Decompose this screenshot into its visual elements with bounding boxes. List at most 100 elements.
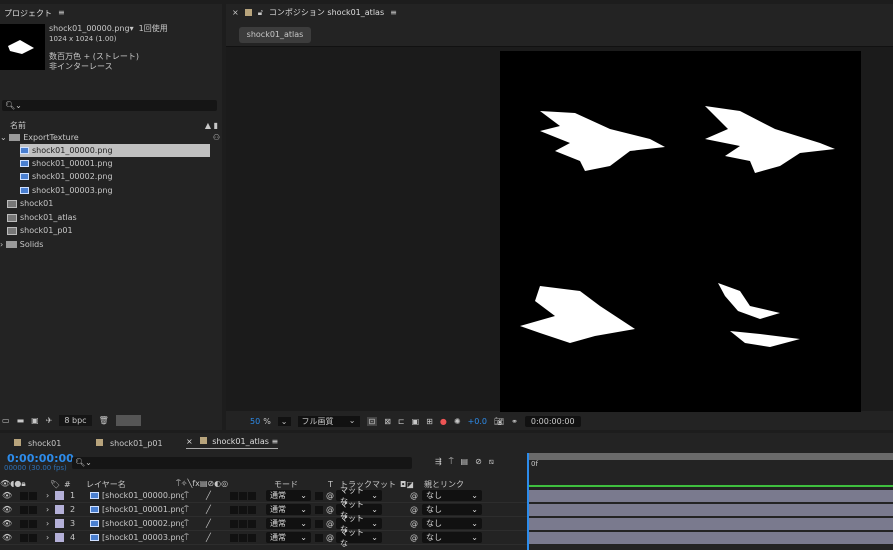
project-search-input[interactable]: 🔍︎⌄ — [2, 100, 217, 111]
bpc-button[interactable]: 8 bpc — [59, 415, 92, 426]
tab-shock01-atlas[interactable]: × shock01_atlas ≡ — [186, 437, 279, 449]
expand-chevron-icon[interactable]: › — [46, 533, 55, 542]
layer-row[interactable]: 👁︎ › 3 [shock01_00002.png] ⍑ ╱ 通常 ⌄ @ マット… — [0, 514, 527, 534]
footage-item-00000[interactable]: shock01_00000.png — [20, 144, 210, 157]
expand-chevron-icon[interactable]: › — [46, 491, 55, 500]
color-management-icon[interactable]: ✺ — [454, 417, 461, 426]
sort-icon[interactable]: ▲ ▮ — [205, 121, 218, 130]
tab-shock01-p01[interactable]: shock01_p01 — [96, 438, 186, 448]
layer-name[interactable]: [shock01_00003.png] — [102, 533, 184, 542]
layer-name[interactable]: [shock01_00001.png] — [102, 505, 184, 514]
shy-icon[interactable]: ⍑ — [184, 533, 206, 543]
switch[interactable] — [239, 533, 247, 542]
chevron-right-icon[interactable]: › — [0, 240, 3, 249]
footage-item-00002[interactable]: shock01_00002.png — [20, 170, 113, 183]
layer-duration-bar[interactable] — [529, 532, 893, 544]
folder-solids[interactable]: › Solids — [0, 238, 43, 251]
solo-toggle[interactable] — [20, 519, 28, 528]
switch[interactable] — [248, 533, 256, 542]
switch[interactable] — [230, 491, 238, 500]
pickwhip-icon[interactable]: @ — [326, 491, 334, 500]
pickwhip-icon[interactable]: @ — [326, 533, 334, 542]
hamburger-icon[interactable]: ≡ — [58, 8, 65, 19]
shy-icon[interactable]: ⍑ — [449, 457, 454, 467]
preserve-transparency-toggle[interactable] — [315, 505, 323, 514]
label-color[interactable] — [55, 505, 64, 514]
timeline-search-input[interactable]: 🔍︎⌄ — [72, 457, 412, 469]
comp-flowchart-icon[interactable]: ⇶ — [435, 457, 442, 467]
frame-blending-icon[interactable]: ▤ — [461, 457, 469, 467]
hamburger-icon[interactable]: ≡ — [271, 437, 278, 446]
quality-dropdown[interactable]: フル画質 ⌄ — [297, 416, 360, 427]
layer-row[interactable]: 👁︎ › 1 [shock01_00000.png] ⍑ ╱ 通常 ⌄ @ マット… — [0, 486, 527, 506]
folder-exporttexture[interactable]: ⌄ ExportTexture ⚇ — [0, 131, 222, 144]
trash-icon[interactable]: 🗑︎ — [99, 416, 109, 425]
parent-pickwhip-icon[interactable]: @ — [410, 533, 418, 542]
switch[interactable] — [248, 505, 256, 514]
expand-chevron-icon[interactable]: › — [46, 505, 55, 514]
switch[interactable] — [230, 519, 238, 528]
switch[interactable] — [239, 519, 247, 528]
comp-tab[interactable]: shock01_atlas — [239, 27, 311, 43]
guides-icon[interactable]: ⊞ — [426, 417, 433, 426]
parent-dropdown[interactable]: なし ⌄ — [422, 518, 482, 529]
preserve-transparency-toggle[interactable] — [315, 533, 323, 542]
solo-toggle[interactable] — [20, 505, 28, 514]
channels-icon[interactable]: ● — [440, 417, 447, 426]
label-color[interactable] — [55, 491, 64, 500]
time-ruler[interactable] — [527, 453, 893, 460]
eye-icon[interactable]: 👁︎ — [0, 505, 20, 514]
layer-name[interactable]: [shock01_00002.png] — [102, 519, 184, 528]
quality-switch-icon[interactable]: ╱ — [206, 505, 230, 514]
graph-editor-icon[interactable]: ⧅ — [489, 457, 494, 467]
expand-chevron-icon[interactable]: › — [46, 519, 55, 528]
color-swatch[interactable] — [115, 415, 141, 426]
switch[interactable] — [239, 505, 247, 514]
quality-switch-icon[interactable]: ╱ — [206, 491, 230, 500]
layer-duration-bar[interactable] — [529, 518, 893, 530]
close-icon[interactable]: × — [186, 437, 193, 446]
eye-icon[interactable]: 👁︎ — [0, 533, 20, 542]
comp-item-shock01-atlas[interactable]: shock01_atlas — [7, 211, 77, 224]
footage-name[interactable]: shock01_00000.png — [49, 24, 130, 33]
footage-item-00001[interactable]: shock01_00001.png — [20, 157, 113, 170]
track-matte-dropdown[interactable]: マットな ⌄ — [336, 528, 382, 548]
parent-dropdown[interactable]: なし ⌄ — [422, 504, 482, 515]
parent-pickwhip-icon[interactable]: @ — [410, 491, 418, 500]
mode-dropdown[interactable]: 通常 ⌄ — [266, 518, 311, 529]
comp-canvas[interactable] — [500, 51, 861, 412]
switch[interactable] — [239, 491, 247, 500]
column-layer-name[interactable]: レイヤー名 — [86, 479, 176, 490]
preserve-transparency-toggle[interactable] — [315, 491, 323, 500]
pickwhip-icon[interactable]: @ — [326, 505, 334, 514]
current-time-field[interactable]: 0:00:00:00 — [524, 416, 581, 427]
switch[interactable] — [230, 505, 238, 514]
label-color[interactable] — [55, 533, 64, 542]
quality-switch-icon[interactable]: ╱ — [206, 533, 230, 542]
lock-toggle[interactable] — [29, 505, 37, 514]
lock-toggle[interactable] — [29, 491, 37, 500]
layer-name[interactable]: [shock01_00000.png] — [102, 491, 184, 500]
chevron-down-icon[interactable]: ⌄ — [0, 133, 7, 142]
eye-icon[interactable]: 👁︎ — [0, 491, 20, 500]
tab-shock01[interactable]: shock01 — [14, 438, 96, 448]
render-icon[interactable]: ✈ — [46, 416, 53, 425]
interpret-footage-icon[interactable]: ▭ — [2, 416, 10, 425]
mode-dropdown[interactable]: 通常 ⌄ — [266, 532, 311, 543]
comp-item-shock01-p01[interactable]: shock01_p01 — [7, 224, 73, 237]
zoom-value[interactable]: 50 — [250, 417, 260, 426]
zoom-dropdown[interactable]: ⌄ — [277, 417, 291, 426]
layer-row[interactable]: 👁︎ › 4 [shock01_00003.png] ⍑ ╱ 通常 ⌄ @ マット… — [0, 528, 527, 548]
mask-path-icon[interactable]: ⊏ — [398, 417, 405, 426]
motion-blur-icon[interactable]: ⊘ — [475, 457, 482, 467]
preserve-transparency-toggle[interactable] — [315, 519, 323, 528]
exposure-value[interactable]: +0.0 — [468, 417, 487, 426]
work-area-bar[interactable] — [529, 485, 893, 487]
lock-icon[interactable]: 🔓︎ — [258, 8, 263, 18]
switch[interactable] — [248, 519, 256, 528]
region-of-interest-icon[interactable]: ⊡ — [366, 417, 378, 426]
label-color[interactable] — [55, 519, 64, 528]
shy-icon[interactable]: ⍑ — [184, 505, 206, 515]
switch[interactable] — [230, 533, 238, 542]
mode-dropdown[interactable]: 通常 ⌄ — [266, 490, 311, 501]
